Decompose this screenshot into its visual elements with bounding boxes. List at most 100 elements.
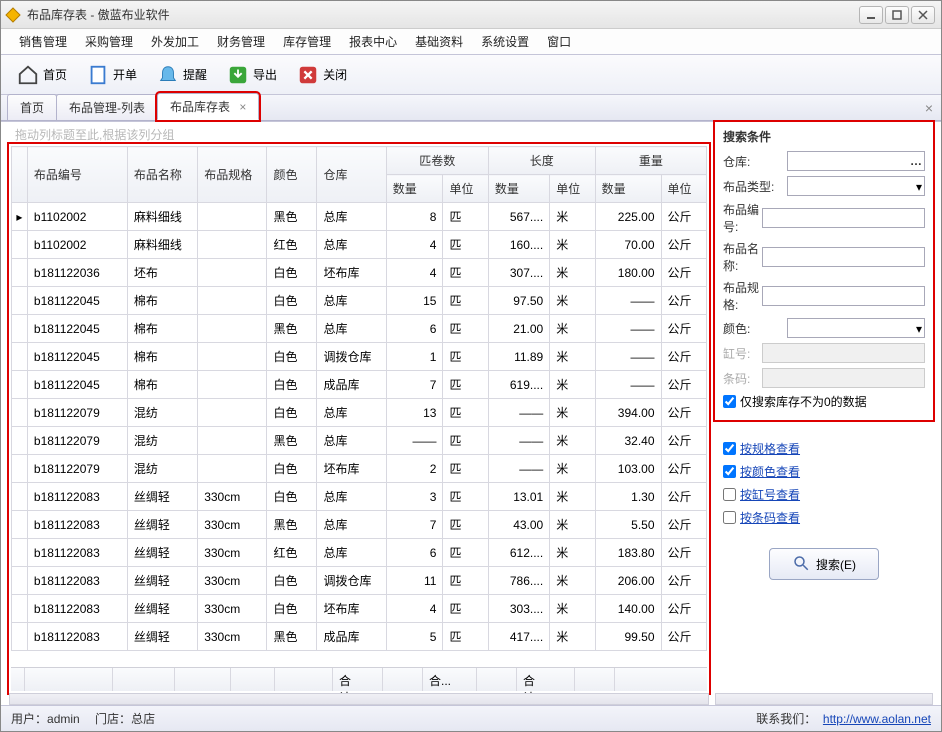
menu-reports[interactable]: 报表中心 xyxy=(341,30,405,53)
link-by-color[interactable]: 按颜色查看 xyxy=(740,463,800,480)
tab-close-icon[interactable]: × xyxy=(239,100,246,114)
footer-roll-sum: 合计:1... xyxy=(333,668,383,691)
col-name[interactable]: 布品名称 xyxy=(127,147,197,203)
checkbox-nonzero[interactable] xyxy=(723,395,736,408)
input-type[interactable]: ▾ xyxy=(787,176,925,196)
chevron-down-icon[interactable]: ▾ xyxy=(916,322,922,336)
menu-window[interactable]: 窗口 xyxy=(539,30,579,53)
ellipsis-icon[interactable]: … xyxy=(910,154,922,168)
close-button[interactable] xyxy=(911,6,935,24)
toolbar-home[interactable]: 首页 xyxy=(9,60,75,90)
label-type: 布品类型: xyxy=(723,178,787,195)
label-code: 布品编号: xyxy=(723,201,762,235)
col-wt-unit[interactable]: 单位 xyxy=(661,175,707,203)
col-roll-unit[interactable]: 单位 xyxy=(443,175,488,203)
col-len-group[interactable]: 长度 xyxy=(488,147,595,175)
minimize-button[interactable] xyxy=(859,6,883,24)
tab-fabric-list[interactable]: 布品管理-列表 xyxy=(56,94,158,120)
chevron-down-icon[interactable]: ▾ xyxy=(916,180,922,194)
status-bar: 用户： admin 门店： 总店 联系我们： http://www.aolan.… xyxy=(1,705,941,731)
checkbox-by-spec[interactable] xyxy=(723,442,736,455)
status-store: 总店 xyxy=(131,710,155,727)
menu-finance[interactable]: 财务管理 xyxy=(209,30,273,53)
col-code[interactable]: 布品编号 xyxy=(27,147,127,203)
maximize-button[interactable] xyxy=(885,6,909,24)
col-wh[interactable]: 仓库 xyxy=(317,147,386,203)
menu-inventory[interactable]: 库存管理 xyxy=(275,30,339,53)
col-roll-qty[interactable]: 数量 xyxy=(386,175,443,203)
table-row[interactable]: b181122045棉布白色调拨仓库1匹11.89米——公斤 xyxy=(12,343,707,371)
menu-settings[interactable]: 系统设置 xyxy=(473,30,537,53)
table-row[interactable]: b181122045棉布黑色总库6匹21.00米——公斤 xyxy=(12,315,707,343)
grid-scroll[interactable]: 布品编号 布品名称 布品规格 颜色 仓库 匹卷数 长度 重量 数量 单位 xyxy=(11,146,707,667)
right-pane: 搜索条件 仓库:… 布品类型:▾ 布品编号: 布品名称: 布品规格: 颜色:▾ … xyxy=(715,122,933,693)
col-wt-group[interactable]: 重量 xyxy=(595,147,706,175)
col-marker[interactable] xyxy=(12,147,28,203)
col-color[interactable]: 颜色 xyxy=(267,147,317,203)
close-icon xyxy=(297,64,319,86)
content-area: 拖动列标题至此,根据该列分组 布品编号 布品名称 布品规格 颜色 仓库 匹卷数 … xyxy=(1,121,941,705)
toolbar-home-label: 首页 xyxy=(43,66,67,83)
table-row[interactable]: b181122083丝绸轻330cm黑色成品库5匹417....米99.50公斤 xyxy=(12,623,707,651)
search-button-label: 搜索(E) xyxy=(816,556,856,573)
title-bar: 布品库存表 - 傲蓝布业软件 xyxy=(1,1,941,29)
table-row[interactable]: b181122079混纺黑色总库——匹——米32.40公斤 xyxy=(12,427,707,455)
table-row[interactable]: b181122083丝绸轻330cm黑色总库7匹43.00米5.50公斤 xyxy=(12,511,707,539)
checkbox-by-barcode[interactable] xyxy=(723,511,736,524)
search-button[interactable]: 搜索(E) xyxy=(769,548,879,580)
table-row[interactable]: b181122045棉布白色成品库7匹619....米——公斤 xyxy=(12,371,707,399)
status-contact-label: 联系我们： xyxy=(756,710,816,727)
tab-inventory-report[interactable]: 布品库存表 × xyxy=(157,93,259,120)
status-store-label: 门店： xyxy=(95,710,131,727)
table-row[interactable]: b181122083丝绸轻330cm白色总库3匹13.01米1.30公斤 xyxy=(12,483,707,511)
table-row[interactable]: b181122036坯布白色坯布库4匹307....米180.00公斤 xyxy=(12,259,707,287)
col-spec[interactable]: 布品规格 xyxy=(198,147,267,203)
table-row[interactable]: b181122083丝绸轻330cm白色调拨仓库11匹786....米206.0… xyxy=(12,567,707,595)
checkbox-by-vat[interactable] xyxy=(723,488,736,501)
input-color[interactable]: ▾ xyxy=(787,318,925,338)
label-nonzero: 仅搜索库存不为0的数据 xyxy=(740,393,867,410)
menu-basedata[interactable]: 基础资料 xyxy=(407,30,471,53)
checkbox-by-color[interactable] xyxy=(723,465,736,478)
grid-h-scrollbar[interactable] xyxy=(9,693,709,705)
toolbar-open[interactable]: 开单 xyxy=(79,60,145,90)
status-url-link[interactable]: http://www.aolan.net xyxy=(823,712,931,726)
table-row[interactable]: b181122083丝绸轻330cm白色坯布库4匹303....米140.00公… xyxy=(12,595,707,623)
tabstrip-close-icon[interactable]: × xyxy=(925,100,933,116)
col-roll-group[interactable]: 匹卷数 xyxy=(386,147,488,175)
link-by-barcode[interactable]: 按条码查看 xyxy=(740,509,800,526)
table-row[interactable]: ▸b1102002麻料细线黑色总库8匹567....米225.00公斤 xyxy=(12,203,707,231)
table-row[interactable]: b181122045棉布白色总库15匹97.50米——公斤 xyxy=(12,287,707,315)
label-spec: 布品规格: xyxy=(723,279,762,313)
col-wt-qty[interactable]: 数量 xyxy=(595,175,661,203)
input-wh[interactable]: … xyxy=(787,151,925,171)
table-row[interactable]: b181122083丝绸轻330cm红色总库6匹612....米183.80公斤 xyxy=(12,539,707,567)
toolbar-remind-label: 提醒 xyxy=(183,66,207,83)
grid-footer: 合计:1... 合... 合计:2,... xyxy=(11,667,707,691)
input-name[interactable] xyxy=(762,247,925,267)
menu-sales[interactable]: 销售管理 xyxy=(11,30,75,53)
toolbar: 首页 开单 提醒 导出 关闭 xyxy=(1,55,941,95)
footer-len-sum: 合... xyxy=(423,668,477,691)
status-user: admin xyxy=(47,712,80,726)
input-spec[interactable] xyxy=(762,286,925,306)
search-icon xyxy=(792,554,810,575)
search-panel: 搜索条件 仓库:… 布品类型:▾ 布品编号: 布品名称: 布品规格: 颜色:▾ … xyxy=(715,122,933,420)
right-h-scrollbar[interactable] xyxy=(715,693,933,705)
toolbar-export[interactable]: 导出 xyxy=(219,60,285,90)
table-row[interactable]: b1102002麻料细线红色总库4匹160....米70.00公斤 xyxy=(12,231,707,259)
table-row[interactable]: b181122079混纺白色坯布库2匹——米103.00公斤 xyxy=(12,455,707,483)
toolbar-close[interactable]: 关闭 xyxy=(289,60,355,90)
col-len-unit[interactable]: 单位 xyxy=(550,175,595,203)
link-by-spec[interactable]: 按规格查看 xyxy=(740,440,800,457)
col-len-qty[interactable]: 数量 xyxy=(488,175,549,203)
window-title: 布品库存表 - 傲蓝布业软件 xyxy=(27,6,859,23)
input-code[interactable] xyxy=(762,208,925,228)
toolbar-remind[interactable]: 提醒 xyxy=(149,60,215,90)
table-row[interactable]: b181122079混纺白色总库13匹——米394.00公斤 xyxy=(12,399,707,427)
menu-purchase[interactable]: 采购管理 xyxy=(77,30,141,53)
label-vat: 缸号: xyxy=(723,345,762,362)
menu-outsourcing[interactable]: 外发加工 xyxy=(143,30,207,53)
link-by-vat[interactable]: 按缸号查看 xyxy=(740,486,800,503)
tab-home[interactable]: 首页 xyxy=(7,94,57,120)
